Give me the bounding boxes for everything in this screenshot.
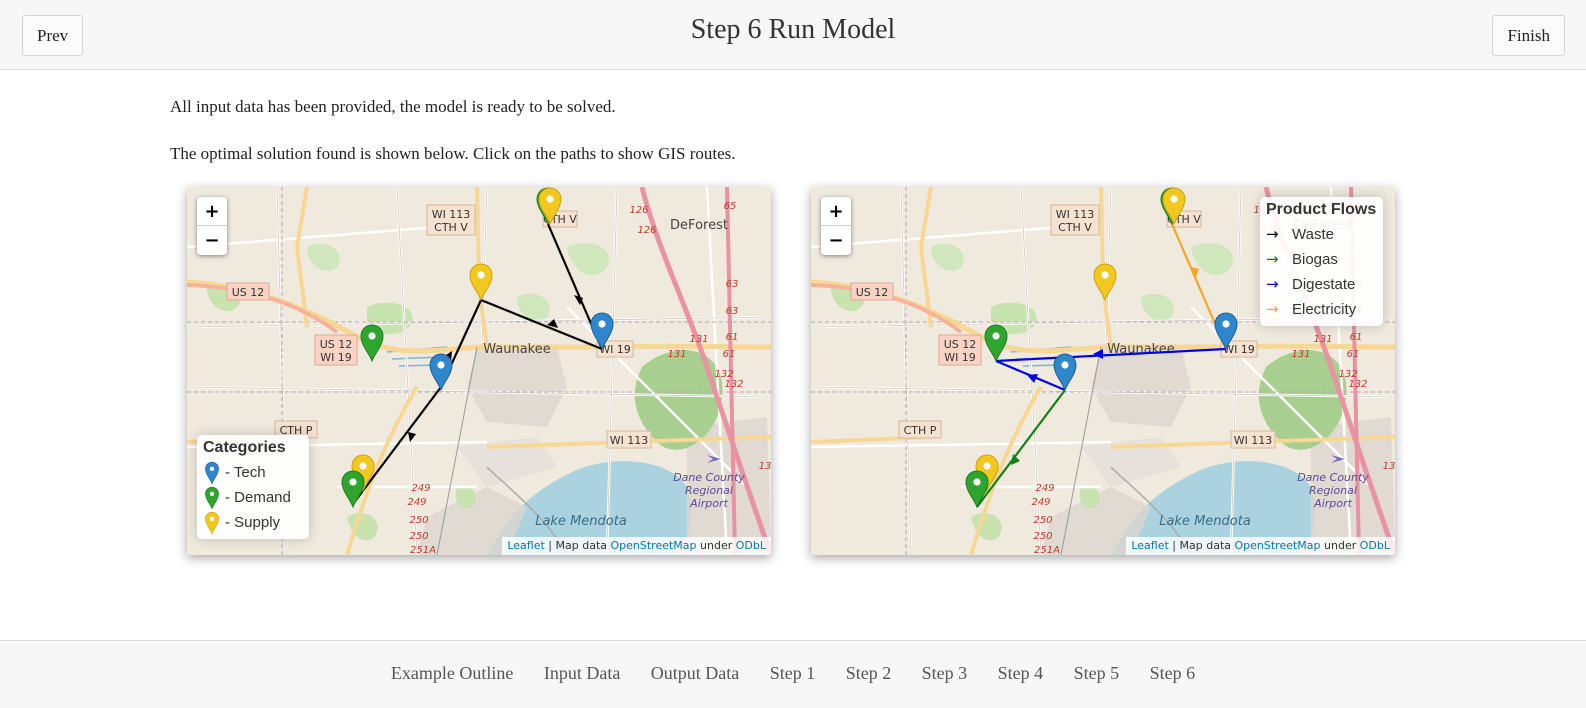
arrow-icon: → <box>1266 275 1279 293</box>
map-marker-icon <box>205 486 219 509</box>
map-attribution: Leaflet | Map data OpenStreetMap under O… <box>1126 537 1395 555</box>
legend-label: - Demand <box>225 489 291 506</box>
legend-label: Digestate <box>1292 276 1356 293</box>
odbl-link[interactable]: ODbL <box>1360 539 1390 552</box>
attribution-text: under <box>696 539 736 552</box>
product-flows-legend: Product Flows → Waste → Biogas → Digesta… <box>1260 197 1383 326</box>
zoom-out-button[interactable]: − <box>197 226 227 255</box>
zoom-in-button[interactable]: + <box>197 197 227 226</box>
legend-item-waste: → Waste <box>1266 222 1377 247</box>
footer-link-example-outline[interactable]: Example Outline <box>391 663 513 684</box>
legend-item-digestate: → Digestate <box>1266 272 1377 297</box>
intro-text-solution: The optimal solution found is shown belo… <box>170 144 736 163</box>
zoom-out-button[interactable]: − <box>821 226 851 255</box>
attribution-text: | Map data <box>1168 539 1235 552</box>
footer-link-step-1[interactable]: Step 1 <box>770 663 816 684</box>
legend-label: Waste <box>1292 226 1334 243</box>
attribution-text: under <box>1320 539 1360 552</box>
footer-link-step-3[interactable]: Step 3 <box>922 663 968 684</box>
zoom-control: + − <box>821 197 851 255</box>
map-marker-icon <box>205 461 219 484</box>
footer-link-step-2[interactable]: Step 2 <box>846 663 892 684</box>
legend-title: Product Flows <box>1266 201 1377 218</box>
waste-flow-map[interactable]: + − Categories - Tech - Demand - Supply … <box>187 187 771 555</box>
footer-link-step-5[interactable]: Step 5 <box>1074 663 1120 684</box>
legend-item-tech: - Tech <box>203 460 303 485</box>
legend-label: - Supply <box>225 514 281 531</box>
legend-title: Categories <box>203 439 286 456</box>
arrow-icon: → <box>1266 225 1279 243</box>
footer-nav-bar: Example Outline Input Data Output Data S… <box>0 640 1586 708</box>
legend-label: Biogas <box>1292 251 1338 268</box>
zoom-in-button[interactable]: + <box>821 197 851 226</box>
osm-link[interactable]: OpenStreetMap <box>611 539 697 552</box>
product-flow-map[interactable]: + − Product Flows → Waste → Biogas → Dig… <box>811 187 1395 555</box>
categories-legend: Categories - Tech - Demand - Supply <box>197 435 309 539</box>
legend-label: Electricity <box>1292 301 1357 318</box>
footer-link-output-data[interactable]: Output Data <box>651 663 739 684</box>
legend-item-supply: - Supply <box>203 510 303 535</box>
footer-link-step-4[interactable]: Step 4 <box>998 663 1044 684</box>
legend-item-electricity: → Electricity <box>1266 297 1377 322</box>
osm-link[interactable]: OpenStreetMap <box>1235 539 1321 552</box>
legend-item-biogas: → Biogas <box>1266 247 1377 272</box>
odbl-link[interactable]: ODbL <box>736 539 766 552</box>
leaflet-link[interactable]: Leaflet <box>1131 539 1168 552</box>
top-bar: Prev Step 6 Run Model Finish <box>0 0 1586 70</box>
footer-nav: Example Outline Input Data Output Data S… <box>0 663 1586 684</box>
map-marker-icon <box>205 511 219 534</box>
intro-text-ready: All input data has been provided, the mo… <box>170 97 616 116</box>
arrow-icon: → <box>1266 300 1279 318</box>
zoom-control: + − <box>197 197 227 255</box>
attribution-text: | Map data <box>544 539 611 552</box>
legend-item-demand: - Demand <box>203 485 303 510</box>
footer-link-input-data[interactable]: Input Data <box>544 663 620 684</box>
leaflet-link[interactable]: Leaflet <box>507 539 544 552</box>
finish-button[interactable]: Finish <box>1492 15 1565 56</box>
legend-label: - Tech <box>225 464 266 481</box>
footer-link-step-6[interactable]: Step 6 <box>1150 663 1196 684</box>
map-attribution: Leaflet | Map data OpenStreetMap under O… <box>502 537 771 555</box>
page-title: Step 6 Run Model <box>690 14 896 45</box>
arrow-icon: → <box>1266 250 1279 268</box>
